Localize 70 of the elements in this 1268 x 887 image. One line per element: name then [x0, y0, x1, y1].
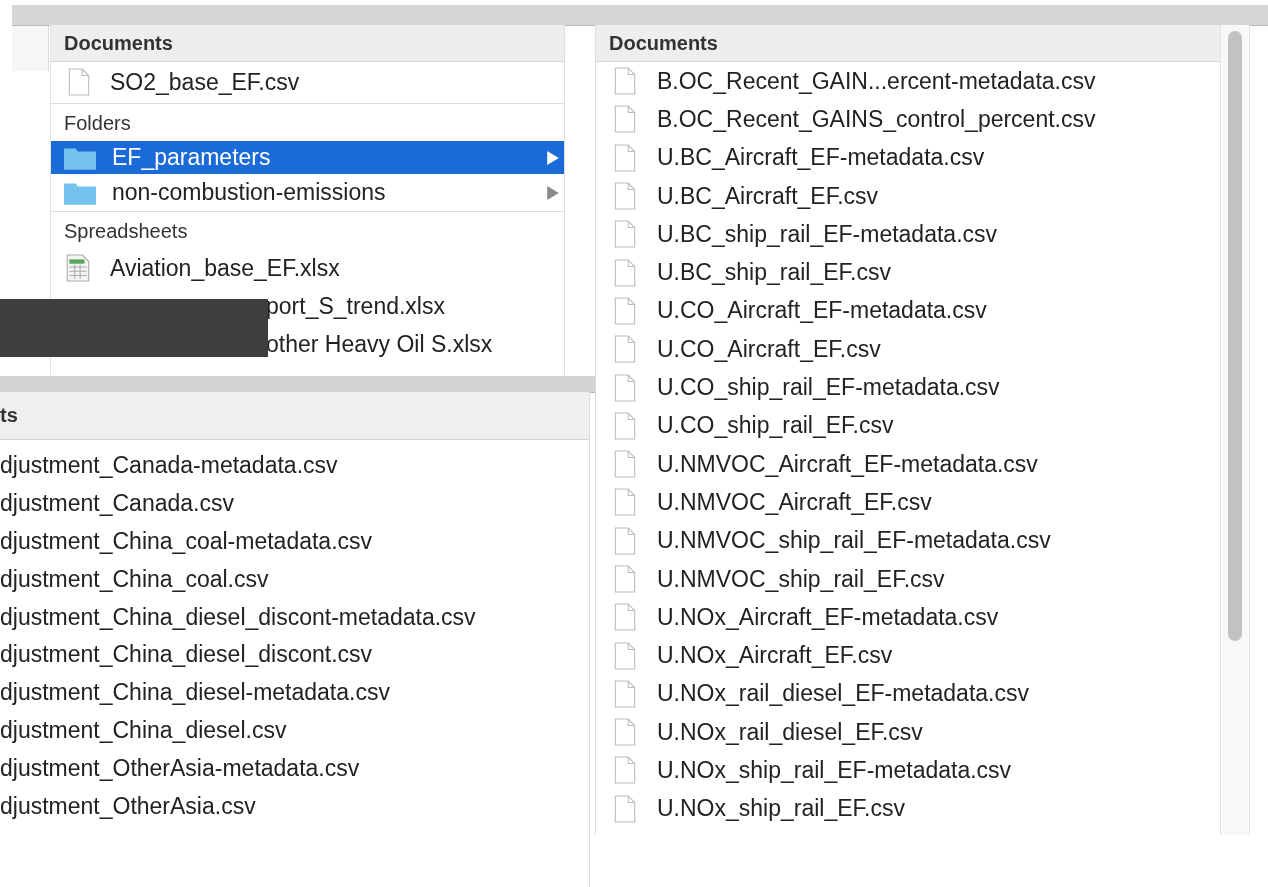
file-name[interactable]: U.NOx_rail_diesel_EF.csv — [657, 718, 923, 746]
file-name[interactable]: other Heavy Oil S.xlsx — [266, 330, 493, 358]
folder-name[interactable]: EF_parameters — [112, 144, 531, 171]
disclosure-arrow-icon[interactable] — [547, 150, 559, 165]
file-name[interactable]: U.NMVOC_ship_rail_EF.csv — [657, 565, 945, 593]
file-name[interactable]: U.CO_Aircraft_EF-metadata.csv — [657, 297, 987, 325]
file-name[interactable]: U.CO_ship_rail_EF-metadata.csv — [657, 374, 1000, 401]
scrollbar-thumb[interactable] — [1228, 31, 1242, 641]
file-icon — [614, 220, 636, 249]
file-name[interactable]: U.NOx_rail_diesel_EF-metadata.csv — [657, 680, 1029, 708]
file-name[interactable]: djustment_China_diesel-metadata.csv — [0, 679, 390, 707]
file-name[interactable]: U.NMVOC_Aircraft_EF-metadata.csv — [657, 450, 1038, 478]
file-name[interactable]: B.OC_Recent_GAINS_control_percent.csv — [657, 105, 1096, 133]
file-icon — [614, 718, 636, 747]
file-name[interactable]: djustment_China_diesel_discont-metadata.csv — [0, 603, 476, 631]
file-icon — [614, 488, 636, 517]
folder-row[interactable]: EF_parameters — [51, 141, 564, 174]
file-icon — [614, 373, 636, 402]
file-icon — [68, 68, 90, 96]
file-name[interactable]: U.NOx_Aircraft_EF-metadata.csv — [657, 603, 999, 631]
folder-row[interactable]: non-combustion-emissions — [51, 176, 564, 209]
file-name[interactable]: djustment_China_diesel_discont.csv — [0, 641, 373, 669]
file-name[interactable]: U.CO_ship_rail_EF.csv — [657, 412, 894, 440]
file-icon — [614, 182, 636, 211]
file-name[interactable]: U.BC_Aircraft_EF-metadata.csv — [657, 144, 985, 172]
file-name[interactable]: U.NMVOC_Aircraft_EF.csv — [657, 488, 932, 516]
file-icon — [614, 67, 636, 96]
file-name[interactable]: Aviation_base_EF.xlsx — [110, 254, 340, 282]
file-name[interactable]: SO2_base_EF.csv — [110, 68, 300, 96]
file-icon — [614, 143, 636, 172]
file-name[interactable]: U.NOx_ship_rail_EF.csv — [657, 795, 905, 823]
file-name[interactable]: U.CO_Aircraft_EF.csv — [657, 335, 881, 363]
file-name[interactable]: djustment_Canada.csv — [0, 490, 234, 518]
column-header: Documents — [596, 25, 1220, 62]
file-name[interactable]: U.NMVOC_ship_rail_EF-metadata.csv — [657, 527, 1051, 555]
file-name[interactable]: U.BC_ship_rail_EF-metadata.csv — [657, 220, 998, 248]
folder-icon — [64, 145, 96, 170]
file-name[interactable]: U.NOx_Aircraft_EF.csv — [657, 642, 893, 670]
file-name[interactable]: port_S_trend.xlsx — [266, 292, 445, 320]
file-icon — [614, 679, 636, 708]
section-label: Folders — [63, 110, 132, 136]
file-name[interactable]: djustment_Canada-metadata.csv — [0, 452, 338, 480]
file-icon — [614, 335, 636, 364]
file-name[interactable]: djustment_China_diesel.csv — [0, 716, 287, 744]
file-icon — [614, 794, 636, 823]
file-name[interactable]: B.OC_Recent_GAIN...ercent-metadata.csv — [657, 67, 1096, 95]
file-icon — [614, 296, 636, 325]
file-name[interactable]: U.BC_ship_rail_EF.csv — [657, 259, 891, 287]
file-name[interactable]: djustment_China_coal.csv — [0, 565, 269, 593]
file-icon — [614, 756, 636, 785]
file-name[interactable]: djustment_OtherAsia.csv — [0, 792, 256, 820]
file-name[interactable]: U.NOx_ship_rail_EF-metadata.csv — [657, 757, 1012, 784]
folder-name[interactable]: non-combustion-emissions — [112, 179, 531, 206]
spreadsheet-icon — [66, 254, 90, 282]
file-icon — [614, 450, 636, 479]
file-icon — [614, 258, 636, 287]
file-name[interactable]: U.BC_Aircraft_EF.csv — [657, 182, 879, 210]
file-icon — [614, 641, 636, 670]
folder-icon — [64, 180, 96, 205]
file-name[interactable]: djustment_China_coal-metadata.csv — [0, 528, 373, 555]
column-header: ts — [0, 392, 589, 440]
file-icon — [614, 105, 636, 134]
file-icon — [614, 411, 636, 440]
file-icon — [614, 565, 636, 593]
file-icon — [614, 603, 636, 632]
section-label: Spreadsheets — [63, 218, 189, 244]
column-header: Documents — [51, 25, 564, 62]
disclosure-arrow-icon[interactable] — [547, 185, 559, 200]
file-name[interactable]: djustment_OtherAsia-metadata.csv — [0, 754, 360, 782]
file-icon — [614, 526, 636, 555]
